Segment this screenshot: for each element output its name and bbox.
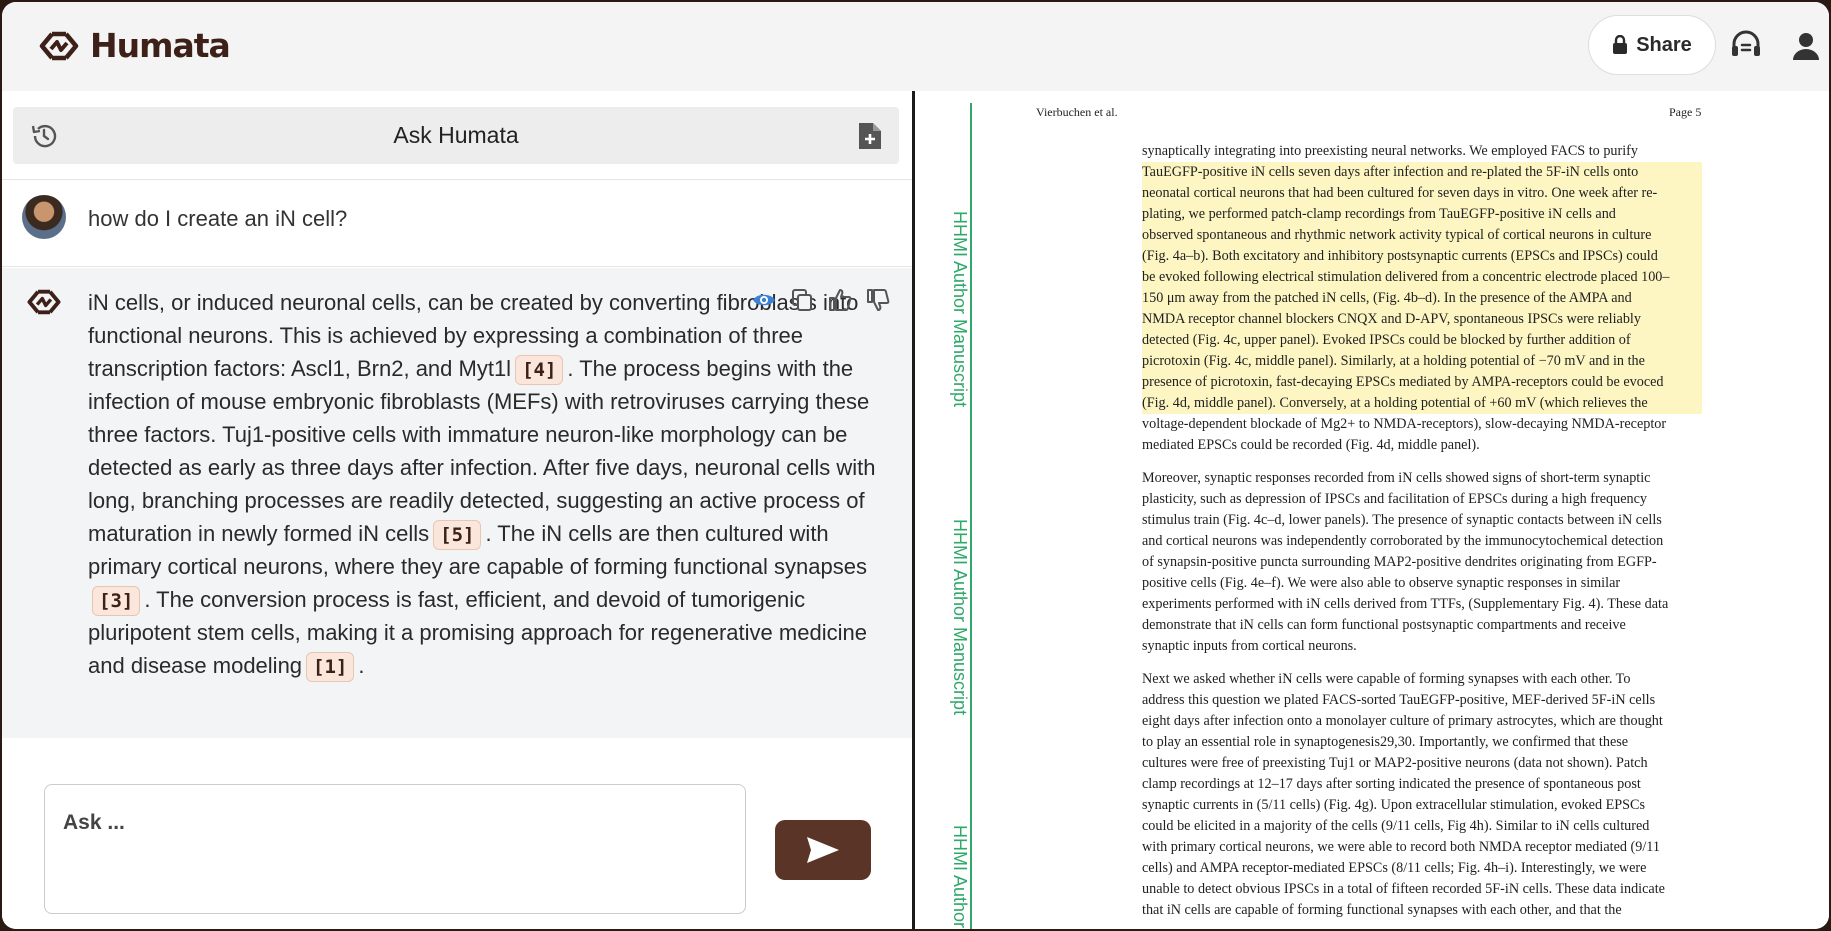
- highlighted-line: be evoked following electrical stimulati…: [1142, 267, 1702, 288]
- document-viewer[interactable]: HHMI Author Manuscript HHMI Author Manus…: [918, 91, 1829, 929]
- text-line: to play an essential role in synaptogene…: [1142, 734, 1629, 750]
- text-line: cells) and AMPA receptor-mediated EPSCs …: [1142, 860, 1647, 876]
- chat-panel: Ask Humata how do I create an iN cell? i…: [2, 91, 915, 929]
- text-line: positive cells (Fig. 4e–f). We were also…: [1142, 575, 1621, 591]
- highlighted-line: TauEGFP-positive iN cells seven days aft…: [1142, 162, 1702, 183]
- text-line: that iN cells are capable of forming fun…: [1142, 902, 1622, 918]
- text-line: stimulus train (Fig. 4c–d, lower panels)…: [1142, 512, 1662, 528]
- paragraph: Next we asked whether iN cells were capa…: [1142, 669, 1702, 921]
- highlighted-line: (Fig. 4a–b). Both excitatory and inhibit…: [1142, 246, 1702, 267]
- paragraph: synaptically integrating into preexistin…: [1142, 141, 1702, 456]
- send-icon: [807, 837, 839, 863]
- text-line: cultures were free of preexisting Tuj1 o…: [1142, 755, 1648, 771]
- thumbs-down-icon[interactable]: [866, 288, 890, 312]
- watermark-label: HHMI Author: [950, 825, 970, 929]
- lock-icon: [1613, 35, 1628, 54]
- eye-icon[interactable]: [752, 288, 776, 312]
- text-line: experiments performed with iN cells deri…: [1142, 596, 1669, 612]
- highlighted-line: detected (Fig. 4c, upper panel). Evoked …: [1142, 330, 1702, 351]
- chat-title: Ask Humata: [393, 122, 519, 148]
- new-document-icon[interactable]: [857, 121, 883, 151]
- citation-link[interactable]: [5]: [433, 520, 482, 550]
- humata-bot-icon: [27, 289, 61, 315]
- text-line: could be elicited in a majority of the c…: [1142, 818, 1650, 834]
- paragraph: Moreover, synaptic responses recorded fr…: [1142, 468, 1702, 657]
- app-name: Humata: [90, 26, 231, 65]
- assistant-answer: iN cells, or induced neuronal cells, can…: [88, 286, 894, 682]
- answer-text: .: [358, 653, 365, 678]
- citation-link[interactable]: [4]: [515, 355, 564, 385]
- text-line: with primary cortical neurons, we were a…: [1142, 839, 1660, 855]
- humata-logo-icon: [39, 31, 79, 60]
- text-line: mediated EPSCs could be recorded (Fig. 4…: [1142, 437, 1480, 453]
- text-line: plasticity, such as depression of IPSCs …: [1142, 491, 1648, 507]
- user-icon[interactable]: [1788, 28, 1824, 64]
- assistant-message: iN cells, or induced neuronal cells, can…: [2, 268, 912, 738]
- user-question: how do I create an iN cell?: [88, 206, 348, 231]
- send-button[interactable]: [775, 820, 871, 880]
- highlighted-line: neonatal cortical neurons that had been …: [1142, 183, 1702, 204]
- highlighted-line: observed spontaneous and rhythmic networ…: [1142, 225, 1702, 246]
- top-bar: Humata Share: [2, 2, 1829, 91]
- text-line: and cortical neurons was independently c…: [1142, 533, 1664, 549]
- highlighted-line: NMDA receptor channel blockers CNQX and …: [1142, 309, 1702, 330]
- copy-icon[interactable]: [790, 288, 814, 312]
- highlighted-line: plating, we performed patch-clamp record…: [1142, 204, 1702, 225]
- margin-rule: [970, 103, 972, 929]
- page-author: Vierbuchen et al.: [1036, 105, 1118, 119]
- watermark-label: HHMI Author Manuscript: [950, 519, 970, 716]
- text-line: of synapsin-positive puncta surrounding …: [1142, 554, 1657, 570]
- citation-link[interactable]: [1]: [306, 652, 355, 682]
- chat-header: Ask Humata: [13, 107, 899, 164]
- text-line: Next we asked whether iN cells were capa…: [1142, 671, 1631, 687]
- watermark-label: HHMI Author Manuscript: [950, 211, 970, 408]
- answer-text: . The conversion process is fast, effici…: [88, 587, 867, 678]
- highlighted-line: picrotoxin (Fig. 4c, middle panel). Simi…: [1142, 351, 1702, 372]
- text-line: unable to detect obvious IPSCs in a tota…: [1142, 881, 1665, 897]
- text-line: synaptic currents in (5/11 cells) (Fig. …: [1142, 797, 1646, 813]
- share-button[interactable]: Share: [1588, 15, 1716, 75]
- highlighted-line: (Fig. 4d, middle panel). Conversely, at …: [1142, 393, 1702, 414]
- app-window: Humata Share Ask Humata how do I create …: [2, 2, 1829, 929]
- text-line: synaptic inputs from cortical neurons.: [1142, 638, 1357, 654]
- page-number: Page 5: [1669, 105, 1702, 119]
- answer-actions: [752, 288, 890, 312]
- headset-icon[interactable]: [1728, 28, 1764, 64]
- text-line: voltage-dependent blockade of Mg2+ to NM…: [1142, 416, 1667, 432]
- highlighted-line: 150 μm away from the patched iN cells, (…: [1142, 288, 1702, 309]
- avatar: [22, 195, 66, 239]
- thumbs-up-icon[interactable]: [828, 288, 852, 312]
- text-line: clamp recordings at 12–17 days after sor…: [1142, 776, 1641, 792]
- highlighted-line: presence of picrotoxin, fast-decaying EP…: [1142, 372, 1702, 393]
- share-label: Share: [1636, 33, 1692, 56]
- citation-link[interactable]: [3]: [92, 586, 141, 616]
- text-line: demonstrate that iN cells can form funct…: [1142, 617, 1626, 633]
- chat-input-box: [44, 784, 746, 914]
- document-text: synaptically integrating into preexistin…: [1142, 141, 1702, 929]
- chat-input[interactable]: [63, 811, 723, 891]
- answer-text: . The process begins with the infection …: [88, 356, 876, 546]
- text-line: eight days after infection onto a monola…: [1142, 713, 1663, 729]
- text-line: address this question we plated FACS-sor…: [1142, 692, 1656, 708]
- text-line: synaptically integrating into preexistin…: [1142, 143, 1638, 159]
- text-line: Moreover, synaptic responses recorded fr…: [1142, 470, 1651, 486]
- humata-logo[interactable]: Humata: [38, 26, 231, 65]
